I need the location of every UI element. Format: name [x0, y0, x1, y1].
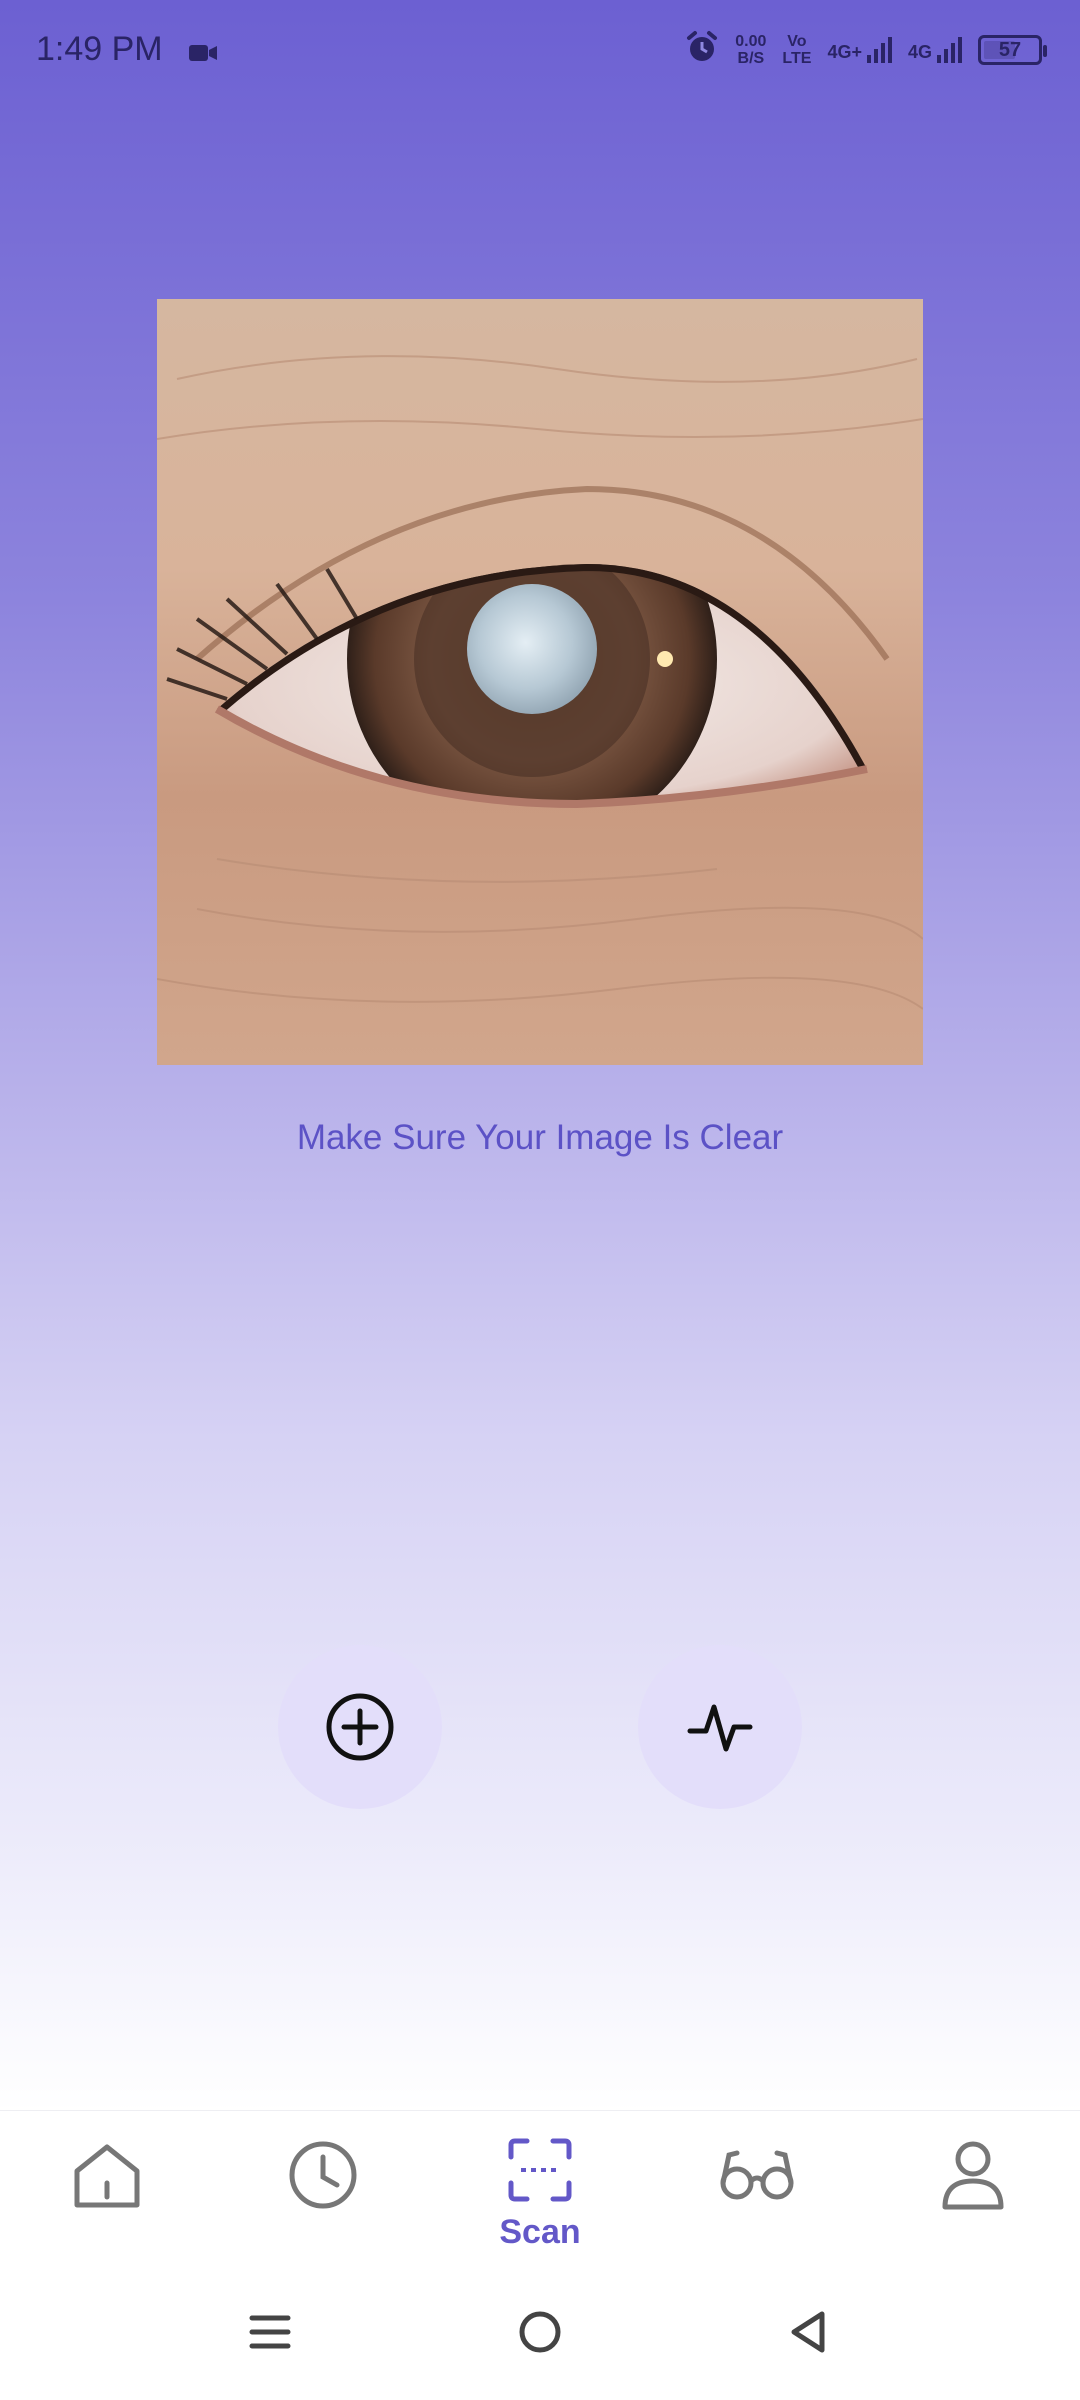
menu-icon[interactable] — [248, 2310, 292, 2359]
sim2-label: 4G — [907, 41, 932, 62]
add-image-button[interactable] — [278, 1645, 442, 1809]
battery-indicator: 57 — [978, 34, 1047, 65]
status-icons: 0.00 B/S Vo LTE 4G+ 4G 57 — [685, 30, 1047, 69]
nav-scan[interactable]: Scan — [465, 2135, 615, 2275]
sim1-label: 4G+ — [827, 41, 862, 62]
battery-level: 57 — [998, 38, 1022, 61]
bottom-navigation: Scan — [0, 2110, 1080, 2281]
nav-history[interactable] — [248, 2135, 398, 2275]
clock-icon — [289, 2141, 357, 2209]
network-speed: 0.00 B/S — [735, 33, 766, 67]
eye-photo — [157, 299, 923, 1065]
volte-bottom: LTE — [782, 49, 812, 67]
eye-image-preview — [157, 299, 923, 1065]
pulse-icon — [687, 1704, 753, 1752]
net-speed-unit: B/S — [737, 49, 765, 67]
back-icon[interactable] — [786, 2310, 830, 2359]
volte-indicator: Vo LTE — [782, 33, 811, 67]
sim2-signal: 4G — [907, 36, 962, 63]
analyze-button[interactable] — [638, 1645, 802, 1809]
system-navigation-bar — [0, 2280, 1080, 2400]
scan-instruction-caption: Make Sure Your Image Is Clear — [296, 1118, 784, 1157]
profile-icon — [942, 2141, 1004, 2210]
glasses-icon — [720, 2150, 794, 2200]
nav-profile[interactable] — [898, 2135, 1048, 2275]
plus-circle-icon — [326, 1693, 394, 1761]
alarm-icon — [685, 30, 719, 69]
scan-icon — [508, 2138, 572, 2202]
home-circle-icon[interactable] — [518, 2310, 562, 2359]
status-time: 1:49 PM — [36, 30, 163, 68]
video-camera-icon — [188, 42, 218, 69]
volte-top: Vo — [787, 32, 807, 50]
status-bar: 1:49 PM 0.00 B/S Vo LTE 4G+ 4G 57 — [0, 0, 1080, 104]
nav-home[interactable] — [32, 2135, 182, 2275]
nav-scan-label: Scan — [499, 2213, 581, 2251]
net-speed-value: 0.00 — [735, 32, 767, 50]
home-icon — [74, 2144, 140, 2208]
sim1-signal: 4G+ — [827, 36, 892, 63]
nav-glasses[interactable] — [682, 2135, 832, 2275]
